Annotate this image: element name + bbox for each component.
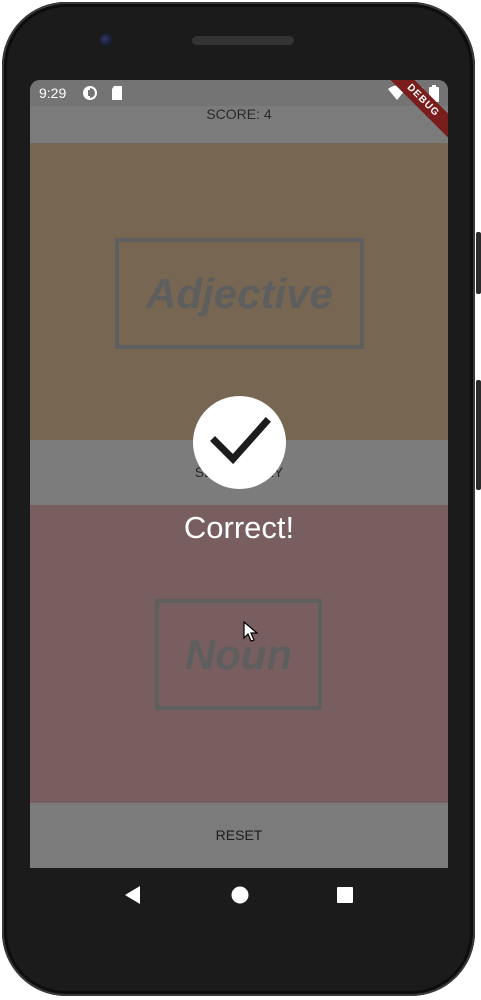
- adjective-word-box[interactable]: Adjective: [115, 238, 364, 349]
- adjective-word: Adjective: [146, 269, 333, 317]
- mouse-pointer-icon: [243, 620, 259, 648]
- noun-word: Noun: [184, 630, 293, 678]
- status-bar: 9:29: [30, 80, 448, 106]
- app-screen: 9:29 SCORE: 4 Adjective SECONDARY Noun: [30, 80, 448, 868]
- app-notification-icon: [82, 85, 98, 104]
- checkmark-icon: [209, 409, 271, 476]
- recents-icon[interactable]: [335, 885, 355, 910]
- back-icon[interactable]: [123, 885, 143, 910]
- power-button: [476, 232, 481, 294]
- status-time: 9:29: [39, 85, 67, 101]
- reset-button-label: RESET: [215, 827, 263, 843]
- sd-card-icon: [110, 85, 124, 104]
- correct-badge: [193, 396, 286, 489]
- score-bar: SCORE: 4: [30, 106, 448, 143]
- score-label: SCORE: 4: [206, 106, 272, 122]
- noun-word-box[interactable]: Noun: [155, 599, 322, 710]
- volume-button: [476, 380, 481, 490]
- front-camera: [100, 34, 112, 46]
- earpiece-speaker: [192, 36, 294, 45]
- android-nav-bar: [30, 868, 448, 924]
- noun-drop-zone[interactable]: Noun: [30, 505, 448, 803]
- correct-message: Correct!: [183, 510, 295, 545]
- reset-button[interactable]: RESET: [30, 803, 448, 868]
- home-icon[interactable]: [230, 885, 250, 910]
